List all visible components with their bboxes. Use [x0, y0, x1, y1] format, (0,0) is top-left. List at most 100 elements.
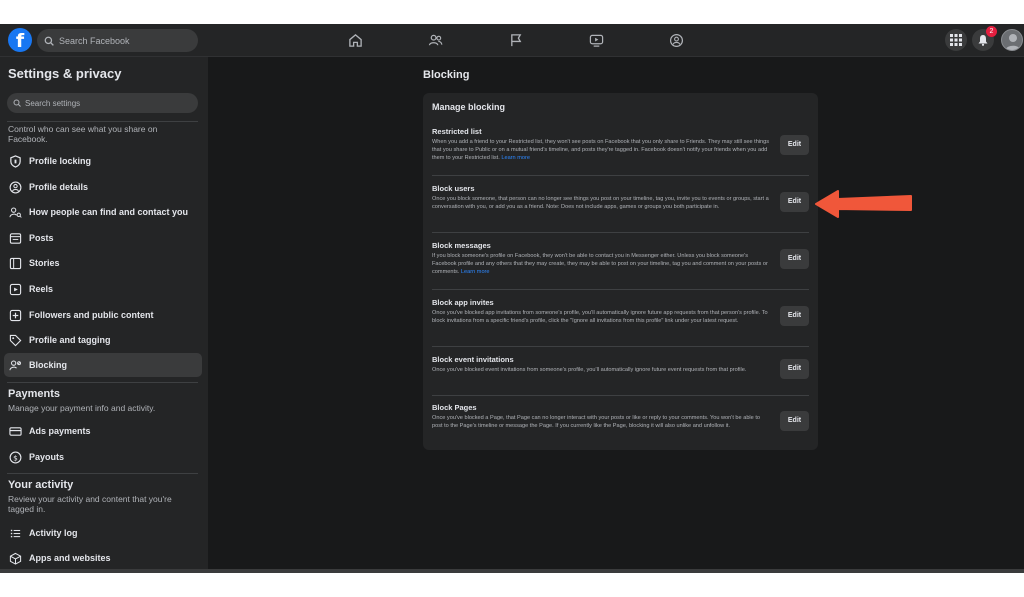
sidebar-item-stories[interactable]: Stories [4, 251, 202, 275]
sidebar-item-label: Activity log [29, 528, 78, 538]
sidebar-item-label: Profile details [29, 182, 89, 192]
home-icon[interactable] [346, 31, 364, 49]
dollar-icon: $ [8, 450, 22, 464]
svg-text:$: $ [13, 453, 18, 462]
section-description: When you add a friend to your Restricted… [432, 139, 770, 162]
block-pages-section: Block Pages Once you've blocked a Page, … [432, 403, 809, 431]
section-description: Once you've blocked a Page, that Page ca… [432, 415, 761, 430]
sidebar-item-blocking[interactable]: Blocking [4, 353, 202, 377]
block-messages-section: Block messages If you block someone's pr… [432, 241, 809, 277]
profile-avatar[interactable] [1001, 29, 1023, 51]
sidebar-item-label: Ads payments [29, 426, 91, 436]
sidebar-item-profile-tagging[interactable]: Profile and tagging [4, 328, 202, 352]
card-icon [8, 424, 22, 438]
reels-icon [8, 282, 22, 296]
sidebar-item-posts[interactable]: Posts [4, 226, 202, 250]
section-description: If you block someone's profile on Facebo… [432, 253, 768, 276]
section-description: Once you've blocked app invitations from… [432, 310, 768, 325]
sidebar-item-payouts[interactable]: $ Payouts [4, 445, 202, 469]
sidebar-item-label: Blocking [29, 360, 68, 370]
activity-heading: Your activity [8, 479, 74, 491]
flag-icon[interactable] [507, 31, 525, 49]
user-circle-icon [8, 180, 22, 194]
sidebar-item-label: How people can find and contact you [29, 207, 189, 217]
sidebar-divider [7, 121, 198, 122]
section-title: Block Pages [432, 403, 477, 412]
posts-icon [8, 231, 22, 245]
block-user-icon [8, 358, 22, 372]
sidebar-item-profile-locking[interactable]: Profile locking [4, 149, 202, 173]
sidebar-divider [7, 473, 198, 474]
user-photo-icon [1005, 34, 1021, 50]
section-description: Once you block someone, that person can … [432, 196, 769, 211]
block-event-invitations-edit-button[interactable]: Edit [780, 359, 809, 379]
sidebar-item-reels[interactable]: Reels [4, 277, 202, 301]
friends-icon[interactable] [426, 31, 444, 49]
block-event-invitations-section: Block event invitations Once you've bloc… [432, 355, 809, 379]
learn-more-link[interactable]: Learn more [461, 269, 490, 275]
sidebar-item-label: Followers and public content [29, 310, 154, 320]
manage-blocking-card: Manage blocking Restricted list When you… [423, 93, 818, 450]
search-placeholder: Search Facebook [59, 35, 130, 46]
search-icon [44, 36, 54, 46]
sidebar-divider [7, 382, 198, 383]
top-navigation-bar: f Search Facebook 2 [0, 24, 1024, 57]
groups-icon[interactable] [667, 31, 685, 49]
section-divider [432, 232, 809, 233]
restricted-list-edit-button[interactable]: Edit [780, 135, 809, 155]
notification-badge: 2 [986, 26, 997, 37]
sidebar-item-find-contact[interactable]: How people can find and contact you [4, 200, 202, 224]
sidebar-item-ads-payments[interactable]: Ads payments [4, 419, 202, 443]
activity-description: Review your activity and content that yo… [8, 494, 172, 514]
privacy-description: Control who can see what you share on Fa… [8, 124, 158, 144]
grid-icon [950, 34, 962, 46]
sidebar-item-label: Stories [29, 258, 60, 268]
block-pages-edit-button[interactable]: Edit [780, 411, 809, 431]
sidebar-item-label: Reels [29, 284, 54, 294]
section-title: Restricted list [432, 127, 482, 136]
payments-description: Manage your payment info and activity. [8, 403, 156, 413]
facebook-search-input[interactable]: Search Facebook [37, 29, 198, 52]
learn-more-link[interactable]: Learn more [501, 155, 530, 161]
shield-icon [8, 154, 22, 168]
settings-search-input[interactable]: Search settings [7, 93, 198, 113]
menu-grid-button[interactable] [945, 29, 967, 51]
facebook-logo-icon[interactable]: f [8, 28, 32, 52]
sidebar-item-activity-log[interactable]: Activity log [4, 521, 202, 545]
block-users-edit-button[interactable]: Edit [780, 192, 809, 212]
page-title: Blocking [423, 69, 470, 81]
horizontal-scrollbar[interactable] [0, 569, 1024, 573]
section-title: Block app invites [432, 298, 494, 307]
block-users-section: Block users Once you block someone, that… [432, 184, 809, 212]
section-title: Block users [432, 184, 475, 193]
sidebar-item-followers[interactable]: Followers and public content [4, 303, 202, 327]
section-divider [432, 175, 809, 176]
settings-search-placeholder: Search settings [25, 98, 81, 108]
sidebar-title: Settings & privacy [8, 66, 122, 81]
plus-square-icon [8, 308, 22, 322]
search-icon [13, 99, 21, 107]
sidebar-item-label: Payouts [29, 452, 65, 462]
sidebar-item-label: Posts [29, 233, 54, 243]
section-divider [432, 395, 809, 396]
section-divider [432, 346, 809, 347]
sidebar-item-label: Apps and websites [29, 553, 111, 563]
book-icon [8, 256, 22, 270]
sidebar-item-label: Profile locking [29, 156, 92, 166]
cube-icon [8, 551, 22, 565]
section-title: Block event invitations [432, 355, 514, 364]
sidebar-item-apps-websites[interactable]: Apps and websites [4, 546, 202, 570]
sidebar-item-profile-details[interactable]: Profile details [4, 175, 202, 199]
section-description: Once you've blocked event invitations fr… [432, 367, 747, 373]
restricted-list-section: Restricted list When you add a friend to… [432, 127, 809, 163]
payments-heading: Payments [8, 388, 60, 400]
watch-icon[interactable] [587, 31, 605, 49]
card-title: Manage blocking [432, 102, 506, 112]
list-icon [8, 526, 22, 540]
block-app-invites-edit-button[interactable]: Edit [780, 306, 809, 326]
block-messages-edit-button[interactable]: Edit [780, 249, 809, 269]
settings-sidebar: Settings & privacy Search settings Contr… [0, 57, 208, 573]
block-app-invites-section: Block app invites Once you've blocked ap… [432, 298, 809, 326]
annotation-arrow-icon [815, 190, 912, 218]
section-title: Block messages [432, 241, 491, 250]
